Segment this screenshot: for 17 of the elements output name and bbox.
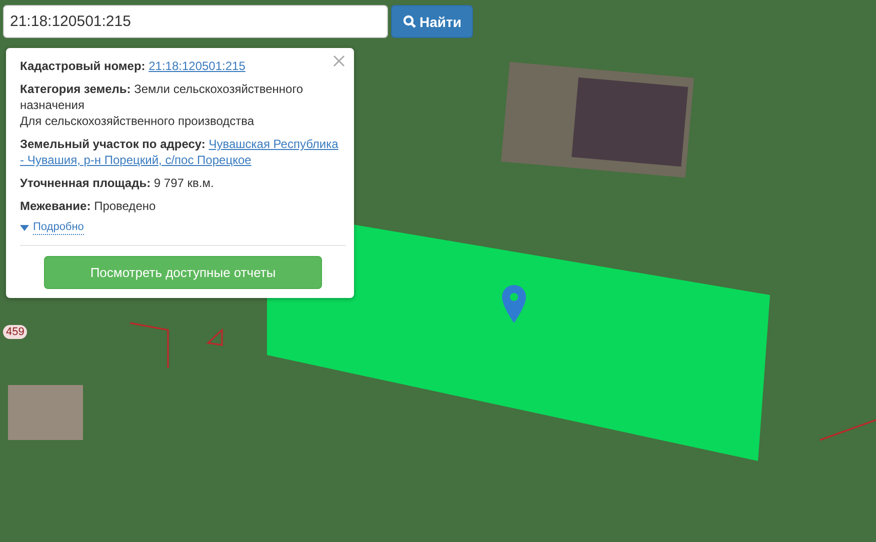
info-field-text: Земельный участок по адресу: Чувашская Республика - Чувашия, р-н Порецкий, с/пос Порецкое [20,136,338,168]
info-link[interactable]: 21:18:120501:215 [148,59,246,73]
info-link[interactable]: - Чувашия, р-н Порецкий, с/пос Порецкое [20,153,252,167]
search-icon [402,15,416,28]
caret-icon [20,225,29,231]
road-number-label: 459 [3,325,28,339]
info-field-text: Категория земель: Земли сельскохозяйственного назначения Для сельскохозяйственного производства [20,81,304,129]
search-field[interactable]: 21:18:120501:215 [3,5,388,38]
info-field-text: Кадастровый номер: 21:18:120501:215 [20,58,246,74]
close-icon[interactable] [333,55,345,67]
info-field-text: Уточненная площадь: 9 797 кв.м. [20,175,214,191]
view-reports-button[interactable]: Посмотреть доступные отчеты [44,256,322,289]
info-link[interactable]: Чувашская Республика [208,137,338,151]
info-field-text: Межевание: Проведено [20,198,156,214]
location-marker-icon[interactable] [502,285,526,323]
details-link[interactable]: Подробно [33,221,84,235]
search-button[interactable]: Найти [391,5,473,38]
